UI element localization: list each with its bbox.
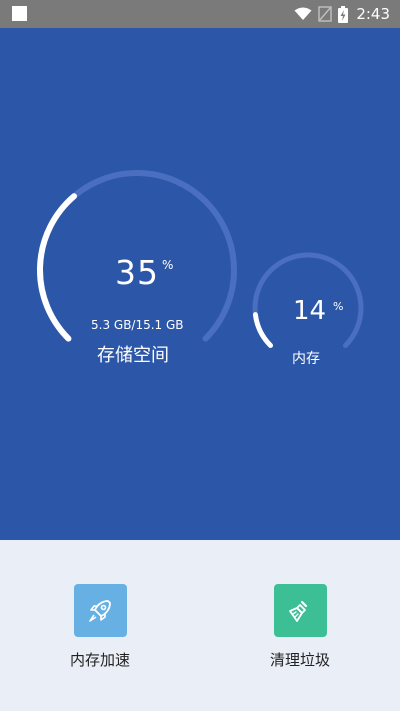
storage-percent-unit: %	[162, 258, 174, 272]
status-time: 2:43	[356, 5, 390, 23]
storage-label: 存储空间	[97, 345, 169, 366]
memory-boost-button[interactable]: 内存加速	[40, 584, 160, 670]
wifi-icon	[294, 7, 312, 20]
rocket-icon	[89, 599, 111, 622]
storage-size: 5.3 GB/15.1 GB	[91, 318, 184, 332]
storage-percent: 35	[115, 253, 159, 292]
dashboard-hero: 35 % 5.3 GB/15.1 GB 存储空间 14 % 内存	[0, 28, 400, 540]
clean-junk-label[interactable]: 清理垃圾	[240, 649, 360, 670]
memory-label: 内存	[292, 351, 320, 367]
notification-icon	[12, 6, 27, 21]
storage-gauge-progress	[37, 193, 77, 342]
battery-charging-icon	[338, 5, 349, 23]
memory-boost-icon-box[interactable]	[73, 584, 127, 637]
memory-percent: 14	[293, 296, 327, 326]
memory-percent-unit: %	[333, 300, 344, 313]
no-signal-icon	[318, 6, 333, 22]
status-icons: 2:43	[294, 0, 390, 28]
memory-boost-label[interactable]: 内存加速	[40, 649, 160, 670]
status-bar: 2:43	[0, 0, 400, 28]
memory-gauge-progress	[252, 312, 274, 348]
clean-junk-icon-box[interactable]	[273, 584, 327, 637]
action-panel: 内存加速 清理垃圾	[0, 540, 400, 711]
clean-junk-button[interactable]: 清理垃圾	[240, 584, 360, 670]
gauges	[37, 170, 364, 348]
broom-icon	[289, 600, 308, 622]
